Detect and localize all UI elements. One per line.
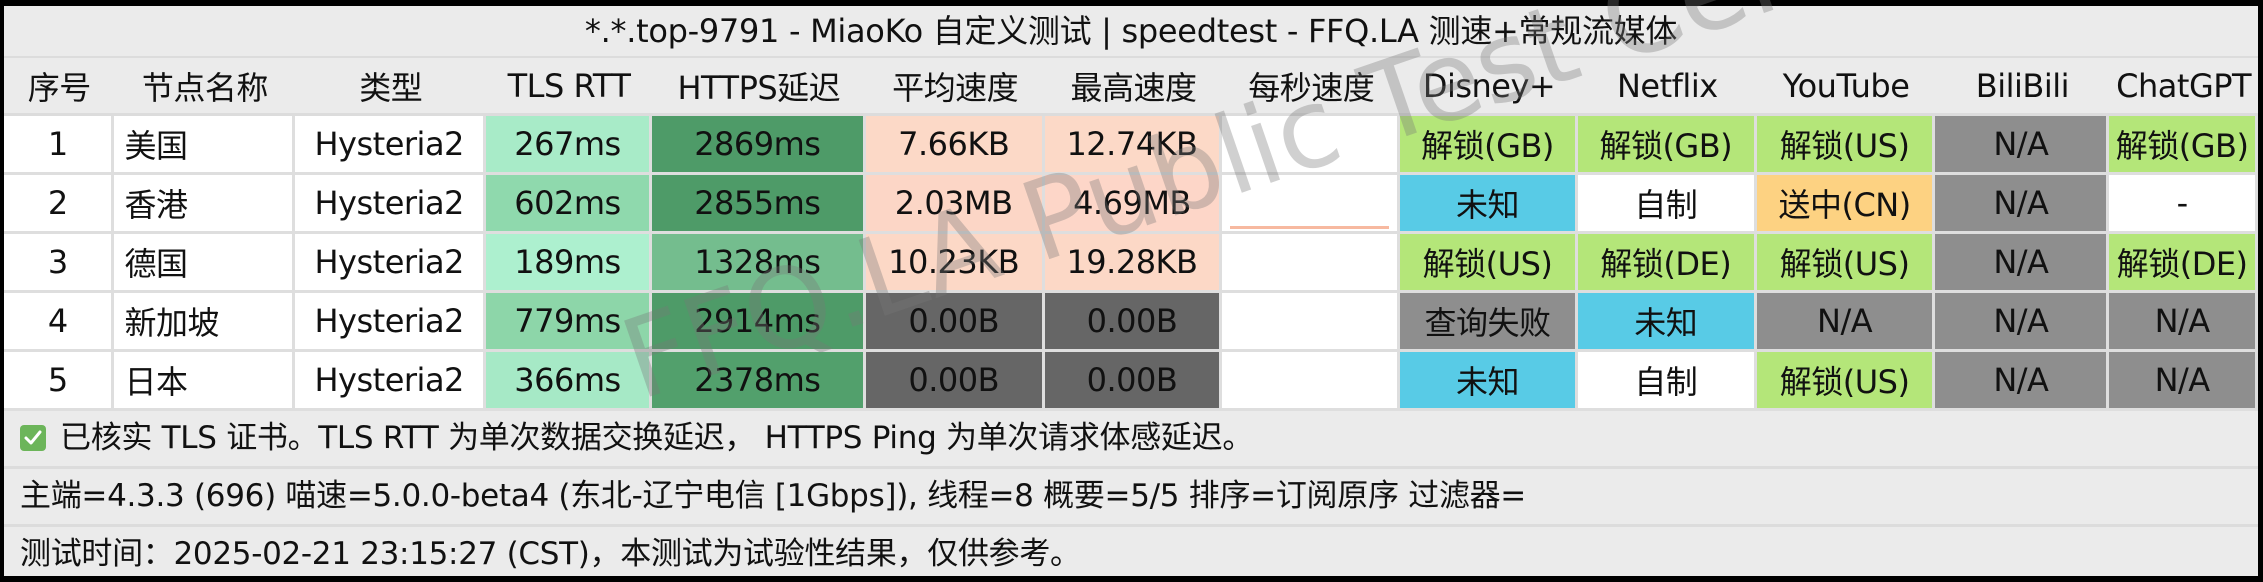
cell-netflix: 自制 [1577, 175, 1757, 234]
cell-chatgpt: - [2109, 175, 2258, 234]
cell-chatgpt: 解锁(GB) [2109, 116, 2258, 175]
cell-type: Hysteria2 [295, 234, 487, 293]
col-header-netflix: Netflix [1577, 58, 1757, 116]
col-header-https-delay: HTTPS延迟 [651, 58, 866, 116]
cell-disney: 未知 [1400, 175, 1578, 234]
cell-avg-speed: 7.66KB [865, 116, 1045, 175]
report-title: *.*.top-9791 - MiaoKo 自定义测试 | speedtest … [4, 6, 2258, 58]
table-row: 2 香港 Hysteria2 602ms 2855ms 2.03MB 4.69MB 未知 自制送… [4, 175, 2258, 234]
cell-disney: 未知 [1400, 352, 1578, 411]
cell-max-speed: 4.69MB [1044, 175, 1223, 234]
cell-netflix: 未知 [1577, 293, 1757, 352]
cell-type: Hysteria2 [295, 293, 487, 352]
cell-youtube: N/A [1756, 293, 1936, 352]
header-row: 序号 节点名称 类型 TLS RTT HTTPS延迟 平均速度 最高速度 每秒速… [4, 58, 2258, 116]
results-table: 序号 节点名称 类型 TLS RTT HTTPS延迟 平均速度 最高速度 每秒速… [4, 58, 2258, 411]
col-header-avg-speed: 平均速度 [865, 58, 1045, 116]
cell-disney: 查询失败 [1400, 293, 1578, 352]
col-header-tls-rtt: TLS RTT [486, 58, 652, 116]
table-row: 1 美国 Hysteria2 267ms 2869ms 7.66KB 12.74KB 解锁(G… [4, 116, 2258, 175]
cell-max-speed: 19.28KB [1044, 234, 1223, 293]
cell-index: 2 [4, 175, 115, 234]
cell-https-delay: 1328ms [651, 234, 866, 293]
cell-netflix: 解锁(DE) [1577, 234, 1757, 293]
cell-disney: 解锁(GB) [1400, 116, 1578, 175]
cell-tls-rtt: 267ms [486, 116, 652, 175]
cell-netflix: 自制 [1577, 352, 1757, 411]
table-row: 5 日本 Hysteria2 366ms 2378ms 0.00B 0.00B 未知 自制 解锁(… [4, 352, 2258, 411]
table-row: 4 新加坡 Hysteria2 779ms 2914ms 0.00B 0.00B 查询失败 未知… [4, 293, 2258, 352]
cell-youtube: 解锁(US) [1756, 234, 1936, 293]
table-row: 3 德国 Hysteria2 189ms 1328ms 10.23KB 19.28KB 解锁(… [4, 234, 2258, 293]
cell-chatgpt: N/A [2109, 352, 2258, 411]
cell-avg-speed: 0.00B [865, 352, 1045, 411]
cell-index: 3 [4, 234, 115, 293]
cell-per-sec-speed [1222, 116, 1401, 175]
cell-bilibili: N/A [1935, 352, 2110, 411]
tls-note-row: 已核实 TLS 证书。TLS RTT 为单次数据交换延迟， HTTPS Ping… [4, 411, 2258, 469]
cell-tls-rtt: 366ms [486, 352, 652, 411]
cell-youtube: 解锁(US) [1756, 116, 1936, 175]
cell-node-name: 新加坡 [114, 293, 296, 352]
info-row: 主端=4.3.3 (696) 喵速=5.0.0-beta4 (东北-辽宁电信 [… [4, 469, 2258, 527]
tls-note-text: 已核实 TLS 证书。TLS RTT 为单次数据交换延迟， HTTPS Ping… [60, 420, 1254, 456]
col-header-name: 节点名称 [114, 58, 296, 116]
cell-index: 1 [4, 116, 115, 175]
col-header-youtube: YouTube [1756, 58, 1936, 116]
cell-avg-speed: 10.23KB [865, 234, 1045, 293]
cell-node-name: 德国 [114, 234, 296, 293]
cell-https-delay: 2378ms [651, 352, 866, 411]
cell-type: Hysteria2 [295, 175, 487, 234]
col-header-index: 序号 [4, 58, 115, 116]
cell-node-name: 香港 [114, 175, 296, 234]
cell-bilibili: N/A [1935, 116, 2110, 175]
col-header-bilibili: BiliBili [1935, 58, 2110, 116]
test-time-row: 测试时间：2025-02-21 23:15:27 (CST)，本测试为试验性结果… [20, 536, 1081, 572]
cell-disney: 解锁(US) [1400, 234, 1578, 293]
cell-per-sec-speed [1222, 234, 1401, 293]
cell-index: 4 [4, 293, 115, 352]
cell-node-name: 日本 [114, 352, 296, 411]
cell-bilibili: N/A [1935, 293, 2110, 352]
cell-max-speed: 0.00B [1044, 352, 1223, 411]
col-header-type: 类型 [295, 58, 487, 116]
cell-avg-speed: 0.00B [865, 293, 1045, 352]
cell-chatgpt: N/A [2109, 293, 2258, 352]
cell-https-delay: 2914ms [651, 293, 866, 352]
col-header-max-speed: 最高速度 [1044, 58, 1223, 116]
cell-per-sec-speed [1222, 175, 1401, 234]
cell-type: Hysteria2 [295, 352, 487, 411]
cell-netflix: 解锁(GB) [1577, 116, 1757, 175]
cell-tls-rtt: 602ms [486, 175, 652, 234]
cell-per-sec-speed [1222, 352, 1401, 411]
cell-max-speed: 12.74KB [1044, 116, 1223, 175]
cell-avg-speed: 2.03MB [865, 175, 1045, 234]
cell-youtube: 解锁(US) [1756, 352, 1936, 411]
col-header-disney: Disney+ [1400, 58, 1578, 116]
per-sec-sparkline [1230, 226, 1390, 229]
checkbox-checked-icon [20, 425, 46, 451]
cell-bilibili: N/A [1935, 234, 2110, 293]
cell-youtube: 送中(CN) [1756, 175, 1936, 234]
cell-chatgpt: 解锁(DE) [2109, 234, 2258, 293]
cell-https-delay: 2855ms [651, 175, 866, 234]
cell-https-delay: 2869ms [651, 116, 866, 175]
col-header-per-sec-speed: 每秒速度 [1222, 58, 1401, 116]
cell-index: 5 [4, 352, 115, 411]
cell-node-name: 美国 [114, 116, 296, 175]
cell-tls-rtt: 779ms [486, 293, 652, 352]
cell-tls-rtt: 189ms [486, 234, 652, 293]
cell-type: Hysteria2 [295, 116, 487, 175]
cell-max-speed: 0.00B [1044, 293, 1223, 352]
col-header-chatgpt: ChatGPT [2109, 58, 2258, 116]
cell-bilibili: N/A [1935, 175, 2110, 234]
cell-per-sec-speed [1222, 293, 1401, 352]
speedtest-report: *.*.top-9791 - MiaoKo 自定义测试 | speedtest … [4, 6, 2258, 576]
